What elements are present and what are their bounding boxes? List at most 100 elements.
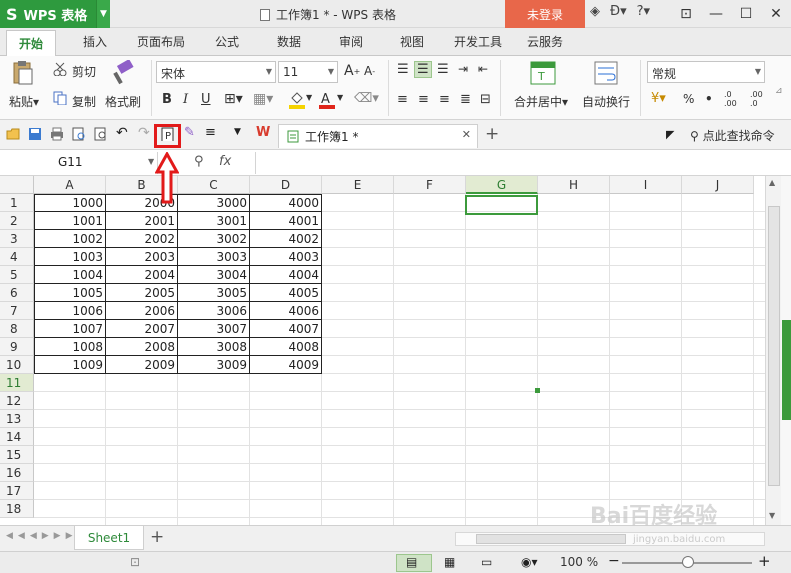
row-header-13[interactable]: 13 <box>0 410 34 428</box>
cell-c4[interactable]: 3003 <box>178 248 250 266</box>
column-header-j[interactable]: J <box>682 176 754 194</box>
clear-format-icon[interactable]: ⌫▾ <box>354 91 379 106</box>
row-header-8[interactable]: 8 <box>0 320 34 338</box>
row-header-4[interactable]: 4 <box>0 248 34 266</box>
align-icon[interactable]: ≡ <box>205 125 219 140</box>
page-break-view-icon[interactable]: ▦ <box>444 555 455 569</box>
cell-a7[interactable]: 1006 <box>34 302 106 320</box>
align-right-icon[interactable]: ≡ <box>439 92 450 107</box>
number-format-select[interactable]: 常规 ▼ <box>647 61 765 83</box>
app-menu-button[interactable]: S WPS 表格 ▼ <box>0 0 110 28</box>
font-size-select[interactable]: 11 ▼ <box>278 61 338 83</box>
copy-icon[interactable] <box>53 91 67 105</box>
align-center-icon[interactable]: ≡ <box>418 92 429 107</box>
cell-b5[interactable]: 2004 <box>106 266 178 284</box>
tab-cloud[interactable]: 云服务 <box>527 33 563 50</box>
row-header-16[interactable]: 16 <box>0 464 34 482</box>
column-header-i[interactable]: I <box>610 176 682 194</box>
print-icon[interactable] <box>50 127 64 141</box>
column-header-h[interactable]: H <box>538 176 610 194</box>
justify-icon[interactable]: ≣ <box>460 92 471 107</box>
column-header-d[interactable]: D <box>250 176 322 194</box>
close-tab-icon[interactable]: ✕ <box>462 128 471 141</box>
cell-d3[interactable]: 4002 <box>250 230 322 248</box>
tab-home[interactable]: 开始 <box>6 30 57 57</box>
vertical-scrollbar[interactable]: ▲ ▼ <box>765 176 781 525</box>
tab-page-layout[interactable]: 页面布局 <box>137 33 185 50</box>
formula-input[interactable] <box>255 152 791 174</box>
cell-c7[interactable]: 3006 <box>178 302 250 320</box>
column-header-e[interactable]: E <box>322 176 394 194</box>
undo-icon[interactable]: ↶ <box>116 125 130 141</box>
cell-a1[interactable]: 1000 <box>34 194 106 212</box>
cell-c8[interactable]: 3007 <box>178 320 250 338</box>
format-painter-button[interactable]: 格式刷 <box>105 93 141 110</box>
print-preview-icon[interactable] <box>72 127 86 141</box>
new-tab-icon[interactable]: + <box>485 124 499 144</box>
close-button[interactable]: ✕ <box>761 0 791 28</box>
cell-c9[interactable]: 3008 <box>178 338 250 356</box>
cell-c6[interactable]: 3005 <box>178 284 250 302</box>
copy-button[interactable]: 复制 <box>72 93 96 110</box>
font-name-select[interactable]: 宋体 ▼ <box>156 61 276 83</box>
cell-d4[interactable]: 4003 <box>250 248 322 266</box>
tab-review[interactable]: 审阅 <box>339 33 363 50</box>
column-header-a[interactable]: A <box>34 176 106 194</box>
align-left-icon[interactable]: ≡ <box>397 92 408 107</box>
row-header-6[interactable]: 6 <box>0 284 34 302</box>
cell-d6[interactable]: 4005 <box>250 284 322 302</box>
cell-d2[interactable]: 4001 <box>250 212 322 230</box>
cell-b7[interactable]: 2006 <box>106 302 178 320</box>
preview-icon[interactable] <box>94 127 108 141</box>
column-header-f[interactable]: F <box>394 176 466 194</box>
zoom-formula-icon[interactable]: ⚲ <box>194 154 204 169</box>
align-bottom-icon[interactable]: ☰ <box>437 62 449 77</box>
sheet-nav-icons[interactable]: ◀◀◀▶▶▶ <box>6 531 78 541</box>
customize-qat-icon[interactable]: ▼ <box>234 127 248 141</box>
cell-c10[interactable]: 3009 <box>178 356 250 374</box>
cell-a2[interactable]: 1001 <box>34 212 106 230</box>
tab-view[interactable]: 视图 <box>400 33 424 50</box>
vertical-scroll-thumb[interactable] <box>768 206 780 486</box>
cell-pattern-icon[interactable]: ▦▾ <box>253 91 273 107</box>
wrap-text-icon[interactable] <box>594 60 620 86</box>
increase-decimal-button[interactable]: .0 .00 <box>724 90 744 108</box>
scroll-down-icon[interactable]: ▼ <box>769 511 775 520</box>
cell-d9[interactable]: 4008 <box>250 338 322 356</box>
font-color-icon[interactable]: A <box>318 90 336 110</box>
row-header-10[interactable]: 10 <box>0 356 34 374</box>
row-header-11[interactable]: 11 <box>0 374 34 392</box>
increase-font-icon[interactable]: A + <box>344 63 360 79</box>
selected-cell-g11[interactable] <box>465 195 538 215</box>
decrease-decimal-button[interactable]: .00 .0 <box>750 90 770 108</box>
row-header-1[interactable]: 1 <box>0 194 34 212</box>
cell-c2[interactable]: 3001 <box>178 212 250 230</box>
format-painter-icon[interactable] <box>110 60 136 86</box>
page-layout-view-icon[interactable]: ▭ <box>481 555 492 569</box>
share-icon[interactable]: Ð▾ <box>610 4 627 19</box>
reading-mode-icon[interactable]: ◉▾ <box>521 555 538 569</box>
chevron-down-icon[interactable]: ▼ <box>148 157 154 166</box>
fill-color-icon[interactable] <box>288 90 306 110</box>
zoom-level[interactable]: 100 % <box>560 555 598 569</box>
scroll-up-icon[interactable]: ▲ <box>769 178 775 187</box>
add-sheet-icon[interactable]: + <box>150 527 164 547</box>
row-header-2[interactable]: 2 <box>0 212 34 230</box>
row-header-12[interactable]: 12 <box>0 392 34 410</box>
login-button[interactable]: 未登录 <box>505 0 585 28</box>
cell-b4[interactable]: 2003 <box>106 248 178 266</box>
maximize-button[interactable]: ☐ <box>731 0 761 28</box>
cut-button[interactable]: 剪切 <box>72 63 96 80</box>
sheet-view-icon[interactable]: ⊡ <box>130 555 140 569</box>
paste-icon[interactable] <box>12 60 34 86</box>
skin-icon[interactable]: ◈ <box>590 4 600 19</box>
decrease-font-icon[interactable]: A- <box>364 64 375 78</box>
fill-handle[interactable] <box>535 388 540 393</box>
cell-a3[interactable]: 1002 <box>34 230 106 248</box>
side-panel-toggle[interactable] <box>782 320 791 420</box>
find-command[interactable]: ⚲ 点此查找命令 <box>690 127 775 144</box>
tab-developer[interactable]: 开发工具 <box>454 33 502 50</box>
row-header-18[interactable]: 18 <box>0 500 34 518</box>
cell-c3[interactable]: 3002 <box>178 230 250 248</box>
borders-icon[interactable]: ⊞▾ <box>224 91 243 107</box>
